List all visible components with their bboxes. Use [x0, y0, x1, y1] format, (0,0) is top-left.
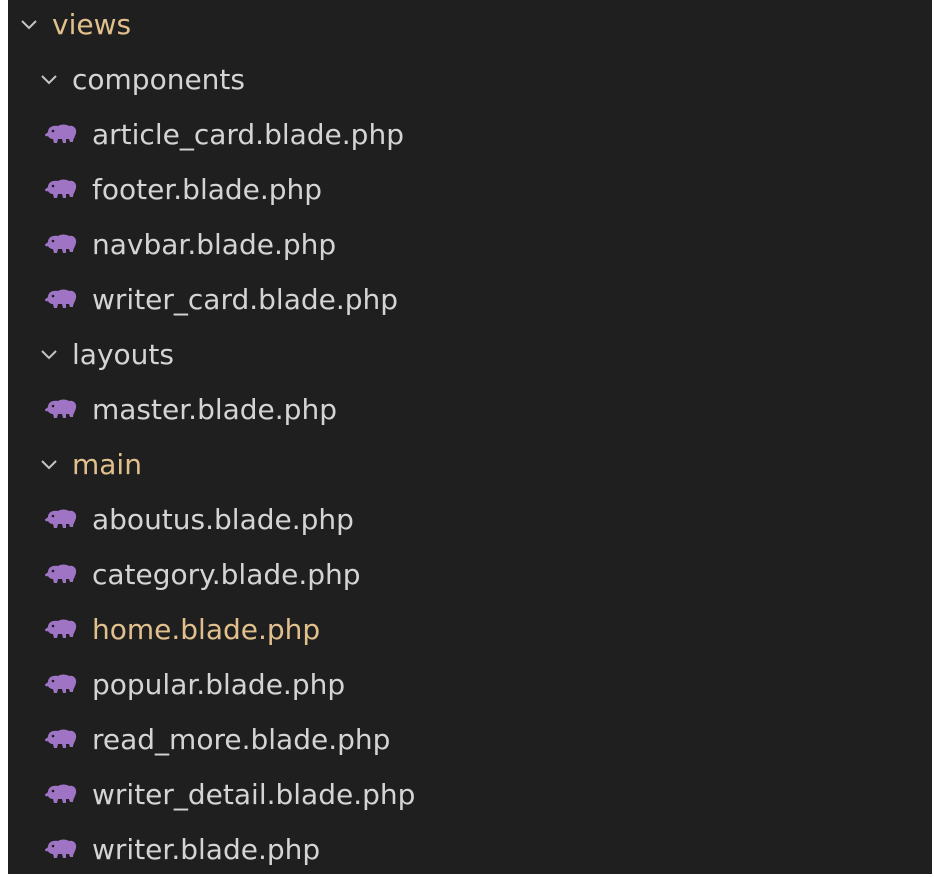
file-item[interactable]: popular.blade.php: [8, 657, 932, 712]
file-label: read_more.blade.php: [92, 723, 391, 756]
folder-label: components: [72, 63, 245, 96]
folder-layouts[interactable]: layouts: [8, 327, 932, 382]
chevron-down-icon: [40, 456, 58, 474]
php-elephant-icon: [44, 234, 78, 256]
file-label: writer.blade.php: [92, 833, 321, 866]
file-item[interactable]: writer.blade.php: [8, 822, 932, 877]
file-item[interactable]: aboutus.blade.php: [8, 492, 932, 547]
file-label: category.blade.php: [92, 558, 361, 591]
file-label: writer_card.blade.php: [92, 283, 399, 316]
file-label: navbar.blade.php: [92, 228, 337, 261]
chevron-down-icon: [20, 16, 38, 34]
php-elephant-icon: [44, 564, 78, 586]
file-explorer: views components article_card.blade.php …: [8, 0, 932, 874]
file-label: writer_detail.blade.php: [92, 778, 416, 811]
file-item[interactable]: footer.blade.php: [8, 162, 932, 217]
file-label: article_card.blade.php: [92, 118, 404, 151]
file-label: home.blade.php: [92, 613, 321, 646]
folder-label: views: [52, 8, 132, 41]
php-elephant-icon: [44, 729, 78, 751]
folder-views[interactable]: views: [8, 0, 932, 52]
file-label: aboutus.blade.php: [92, 503, 354, 536]
folder-components[interactable]: components: [8, 52, 932, 107]
file-label: master.blade.php: [92, 393, 337, 426]
file-label: popular.blade.php: [92, 668, 346, 701]
file-item-modified[interactable]: home.blade.php: [8, 602, 932, 657]
php-elephant-icon: [44, 179, 78, 201]
php-elephant-icon: [44, 674, 78, 696]
folder-main[interactable]: main: [8, 437, 932, 492]
file-item[interactable]: master.blade.php: [8, 382, 932, 437]
file-item[interactable]: category.blade.php: [8, 547, 932, 602]
file-label: footer.blade.php: [92, 173, 323, 206]
php-elephant-icon: [44, 289, 78, 311]
chevron-down-icon: [40, 346, 58, 364]
folder-label: main: [72, 448, 142, 481]
php-elephant-icon: [44, 124, 78, 146]
chevron-down-icon: [40, 71, 58, 89]
php-elephant-icon: [44, 784, 78, 806]
folder-label: layouts: [72, 338, 174, 371]
php-elephant-icon: [44, 509, 78, 531]
file-item[interactable]: writer_card.blade.php: [8, 272, 932, 327]
file-item[interactable]: article_card.blade.php: [8, 107, 932, 162]
file-item[interactable]: read_more.blade.php: [8, 712, 932, 767]
file-item[interactable]: writer_detail.blade.php: [8, 767, 932, 822]
php-elephant-icon: [44, 619, 78, 641]
php-elephant-icon: [44, 839, 78, 861]
file-item[interactable]: navbar.blade.php: [8, 217, 932, 272]
php-elephant-icon: [44, 399, 78, 421]
